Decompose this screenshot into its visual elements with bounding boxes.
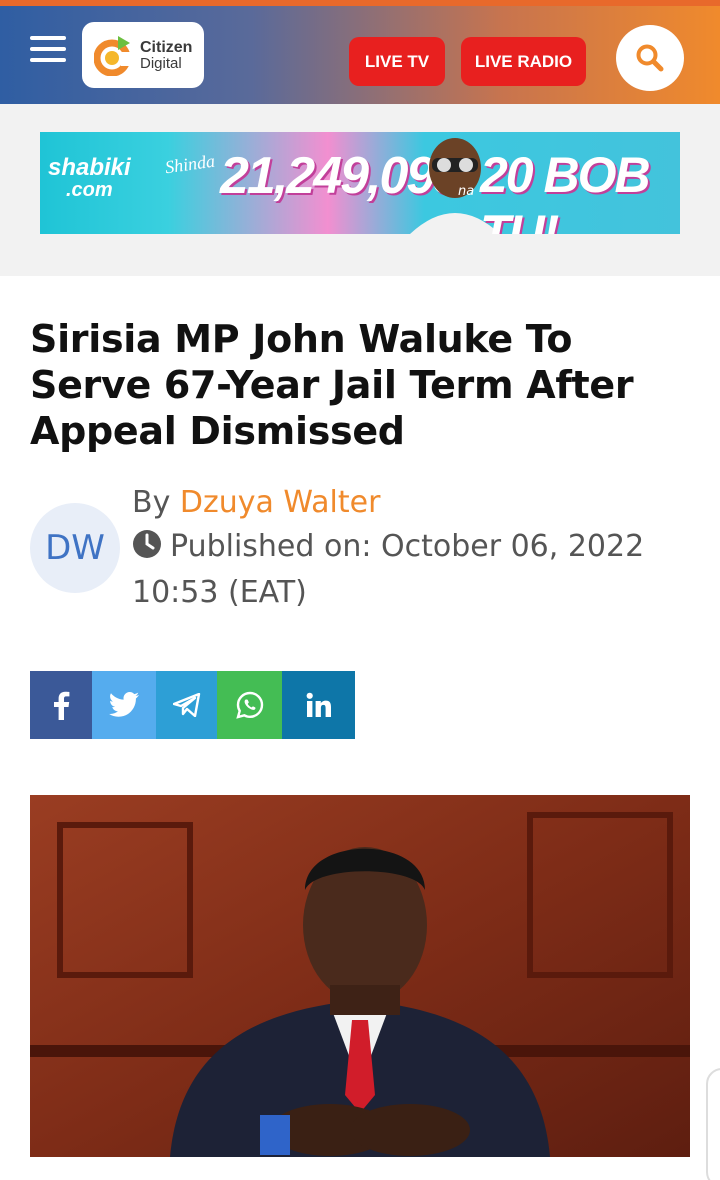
search-button[interactable] [616,25,684,91]
twitter-icon [109,692,139,717]
logo-mark-icon [93,34,136,77]
by-label: By [132,485,171,520]
ad-na-text: na [458,184,475,199]
author-avatar: DW [30,503,120,593]
author-link[interactable]: Dzuya Walter [180,485,381,520]
scroll-edge-tab[interactable] [706,1068,720,1180]
ad-brand: shabiki .com [48,154,131,201]
share-twitter-button[interactable] [92,671,156,739]
share-linkedin-button[interactable] [282,671,355,739]
hamburger-menu-icon[interactable] [30,36,66,62]
live-tv-button[interactable]: LIVE TV [349,37,445,86]
header-accent-line [0,0,720,6]
ad-shinda-text: Shinda [163,150,217,178]
live-radio-button[interactable]: LIVE RADIO [461,37,586,86]
whatsapp-icon [235,691,263,719]
article-photo [30,795,690,1157]
article-photo-illustration [30,795,690,1157]
share-bar [30,671,355,739]
logo-text-digital: Digital [140,54,182,72]
telegram-icon [172,693,200,717]
share-facebook-button[interactable] [30,671,92,739]
facebook-icon [54,691,70,720]
linkedin-icon [306,692,331,717]
byline: By Dzuya Walter [132,480,380,526]
share-telegram-button[interactable] [156,671,217,739]
clock-icon [133,530,161,558]
share-whatsapp-button[interactable] [217,671,282,739]
ad-bob-text: 20 BOB TU! [480,147,651,234]
search-icon [636,44,664,72]
published-date: Published on: October 06, 2022 10:53 (EA… [132,524,692,616]
site-header: Citizen Digital LIVE TV LIVE RADIO [0,0,720,104]
advertisement-area: shabiki .com Shinda 21,249,095 na 20 BOB… [0,104,720,276]
published-text: Published on: October 06, 2022 10:53 (EA… [132,529,645,610]
ad-banner[interactable]: shabiki .com Shinda 21,249,095 na 20 BOB… [40,132,680,234]
citizen-digital-logo[interactable]: Citizen Digital [82,22,204,88]
article-headline: Sirisia MP John Waluke To Serve 67-Year … [30,317,634,453]
logo-text-citizen: Citizen [140,38,193,56]
